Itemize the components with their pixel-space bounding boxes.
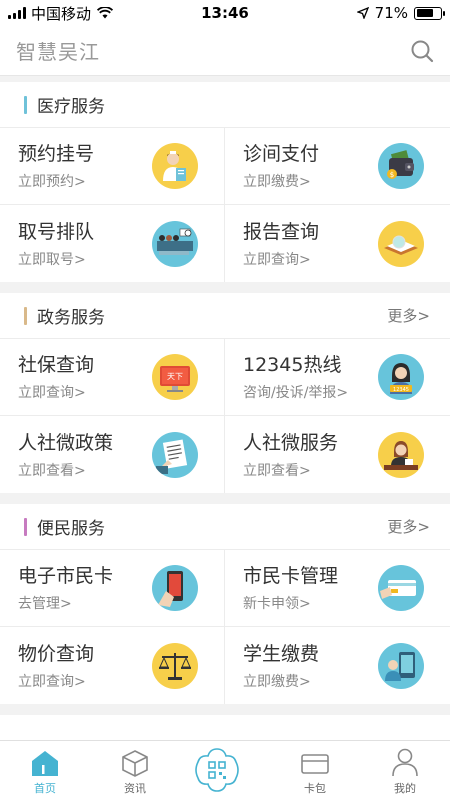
section-accent-bar bbox=[24, 95, 27, 114]
student-pay-icon bbox=[378, 642, 424, 689]
service-appointment[interactable]: 预约挂号 立即预约> bbox=[0, 128, 225, 205]
service-title: 人社微政策 bbox=[18, 431, 114, 454]
service-e-citizen-card[interactable]: 电子市民卡 去管理> bbox=[0, 550, 225, 627]
service-hr-policy[interactable]: 人社微政策 立即查看> bbox=[0, 416, 225, 493]
service-subtitle: 立即查询> bbox=[243, 251, 311, 268]
qr-code-icon bbox=[195, 748, 239, 792]
service-title: 社保查询 bbox=[18, 354, 95, 376]
service-price-query[interactable]: 物价查询 立即查询> bbox=[0, 627, 225, 704]
service-social-security[interactable]: 社保查询 立即查询> 天下 bbox=[0, 339, 225, 416]
svg-text:$: $ bbox=[390, 171, 394, 179]
app-header: 智慧吴江 bbox=[0, 26, 450, 76]
app-title: 智慧吴江 bbox=[16, 40, 100, 64]
cube-icon bbox=[122, 750, 148, 777]
tab-label: 我的 bbox=[394, 782, 416, 795]
service-subtitle: 立即查看> bbox=[18, 462, 86, 479]
social-badge: 天下 bbox=[167, 372, 183, 381]
section-header: 医疗服务 bbox=[0, 82, 450, 128]
card-manage-icon bbox=[378, 565, 424, 611]
status-bar: 中国移动 13:46 71% bbox=[0, 0, 450, 26]
search-icon[interactable] bbox=[410, 39, 434, 63]
service-citizen-card-manage[interactable]: 市民卡管理 新卡申领> bbox=[225, 550, 450, 627]
user-icon bbox=[392, 748, 418, 777]
tab-qr[interactable] bbox=[180, 741, 270, 800]
section-header: 政务服务 更多> bbox=[0, 293, 450, 339]
nurse-icon bbox=[152, 143, 198, 189]
service-subtitle: 立即预约> bbox=[18, 174, 86, 190]
tab-label: 首页 bbox=[34, 782, 56, 795]
home-icon bbox=[32, 751, 58, 776]
tab-mine[interactable]: 我的 bbox=[360, 741, 450, 800]
section-title: 医疗服务 bbox=[37, 97, 105, 117]
tab-home[interactable]: 首页 bbox=[0, 741, 90, 800]
carrier-label: 中国移动 bbox=[31, 4, 92, 23]
more-link[interactable]: 更多> bbox=[387, 305, 430, 326]
service-title: 诊间支付 bbox=[243, 143, 320, 165]
hotline-icon: 12345 bbox=[378, 354, 424, 400]
card-icon bbox=[301, 754, 329, 774]
battery-icon bbox=[414, 6, 445, 20]
queue-icon bbox=[152, 220, 198, 267]
service-title: 人社微服务 bbox=[243, 431, 339, 454]
scale-icon bbox=[152, 642, 198, 689]
service-clinic-payment[interactable]: 诊间支付 立即缴费> $ bbox=[225, 128, 450, 205]
clock: 13:46 bbox=[201, 4, 249, 22]
policy-document-icon bbox=[152, 431, 198, 478]
section-title: 政务服务 bbox=[37, 308, 105, 328]
battery-percent: 71% bbox=[374, 4, 408, 22]
section-accent-bar bbox=[24, 517, 27, 536]
wallet-icon: $ bbox=[378, 143, 424, 189]
social-security-icon: 天下 bbox=[152, 354, 198, 400]
report-icon bbox=[378, 220, 424, 267]
signal-icon bbox=[8, 7, 26, 19]
service-subtitle: 立即缴费> bbox=[243, 673, 311, 690]
service-agent-icon bbox=[378, 431, 424, 478]
more-link[interactable]: 更多> bbox=[387, 516, 430, 537]
service-title: 物价查询 bbox=[18, 642, 95, 665]
service-subtitle: 立即查看> bbox=[243, 462, 311, 479]
service-hr-service[interactable]: 人社微服务 立即查看> bbox=[225, 416, 450, 493]
wifi-icon bbox=[97, 7, 114, 19]
main-content: 医疗服务 预约挂号 立即预约> 诊间支付 立即缴费> $ 取号排队 立即取号> … bbox=[0, 82, 450, 740]
section-government: 政务服务 更多> 社保查询 立即查询> 天下 12345热线 咨询/投诉/举报>… bbox=[0, 293, 450, 493]
tab-news[interactable]: 资讯 bbox=[90, 741, 180, 800]
service-subtitle: 立即查询> bbox=[18, 673, 86, 690]
service-title: 电子市民卡 bbox=[18, 565, 114, 587]
bottom-tab-bar: 首页 资讯 卡包 我的 bbox=[0, 740, 450, 800]
service-subtitle: 咨询/投诉/举报> bbox=[243, 385, 349, 401]
next-section-partial bbox=[0, 715, 450, 740]
section-accent-bar bbox=[24, 306, 27, 325]
service-subtitle: 去管理> bbox=[18, 596, 72, 612]
service-title: 市民卡管理 bbox=[243, 565, 339, 587]
section-header: 便民服务 更多> bbox=[0, 504, 450, 550]
tab-label: 卡包 bbox=[304, 782, 326, 795]
service-title: 12345热线 bbox=[243, 354, 342, 376]
mobile-card-icon bbox=[152, 565, 198, 611]
service-title: 取号排队 bbox=[18, 220, 95, 243]
service-title: 报告查询 bbox=[243, 220, 320, 243]
service-student-payment[interactable]: 学生缴费 立即缴费> bbox=[225, 627, 450, 704]
service-title: 预约挂号 bbox=[18, 143, 95, 165]
service-take-number[interactable]: 取号排队 立即取号> bbox=[0, 205, 225, 282]
service-report-query[interactable]: 报告查询 立即查询> bbox=[225, 205, 450, 282]
service-subtitle: 新卡申领> bbox=[243, 596, 311, 612]
location-arrow-icon bbox=[356, 7, 369, 19]
hotline-badge: 12345 bbox=[393, 387, 409, 393]
service-hotline[interactable]: 12345热线 咨询/投诉/举报> 12345 bbox=[225, 339, 450, 416]
tab-wallet[interactable]: 卡包 bbox=[270, 741, 360, 800]
service-subtitle: 立即缴费> bbox=[243, 174, 311, 190]
section-title: 便民服务 bbox=[37, 519, 105, 539]
section-medical: 医疗服务 预约挂号 立即预约> 诊间支付 立即缴费> $ 取号排队 立即取号> … bbox=[0, 82, 450, 282]
tab-label: 资讯 bbox=[124, 782, 146, 795]
service-subtitle: 立即取号> bbox=[18, 251, 86, 268]
section-convenience: 便民服务 更多> 电子市民卡 去管理> 市民卡管理 新卡申领> 物价查询 立即查… bbox=[0, 504, 450, 704]
service-subtitle: 立即查询> bbox=[18, 385, 86, 401]
service-title: 学生缴费 bbox=[243, 642, 320, 665]
